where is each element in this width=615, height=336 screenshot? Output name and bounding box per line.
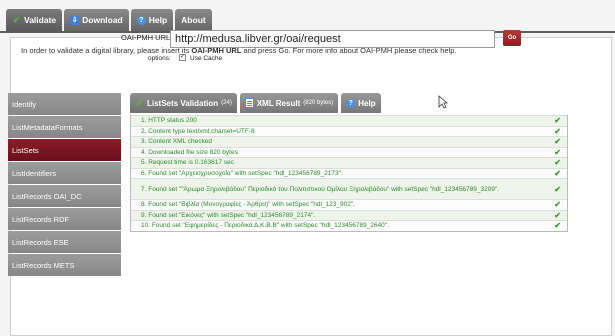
sidebar-item-listsets[interactable]: ListSets [8, 139, 121, 161]
tab-about[interactable]: About [175, 9, 212, 31]
result-text: 6. Found set "Αρχειοχρυσοχοΐα" with setS… [141, 169, 343, 177]
tab-listsets-validation-count: (24) [221, 100, 232, 106]
tab-result-help-label: Help [358, 98, 376, 108]
check-icon: ✔ [554, 200, 561, 210]
sidebar: Identify ListMetadataFormats ListSets Li… [8, 93, 121, 277]
tab-validate-label: Validate [24, 15, 57, 25]
result-row: 1. HTTP status 200 ✔ [131, 115, 567, 126]
tab-download[interactable]: ⇩ Download [64, 9, 129, 31]
check-icon: ✔ [554, 210, 561, 220]
document-icon [244, 98, 254, 108]
check-icon: ✔ [554, 147, 561, 157]
result-text: 2. Content type text/xml;charset=UTF-8 [141, 127, 255, 135]
result-row: 4. Downloaded file size 820 bytes ✔ [131, 146, 567, 157]
result-text: 1. HTTP status 200 [141, 117, 197, 125]
result-tabs: ✔ ListSets Validation (24) XML Result (8… [130, 93, 381, 113]
help-icon: ? [136, 15, 146, 25]
check-icon: ✔ [554, 168, 561, 178]
result-text: 4. Downloaded file size 820 bytes [141, 148, 238, 156]
sidebar-item-listrecords-rdf[interactable]: ListRecords RDF [8, 208, 121, 230]
tab-download-label: Download [82, 15, 123, 25]
tab-validate[interactable]: ✔ Validate [6, 9, 63, 31]
sidebar-item-listmetadataformats[interactable]: ListMetadataFormats [8, 116, 121, 138]
tab-xml-result-label: XML Result [256, 98, 301, 108]
sidebar-item-identify[interactable]: Identify [8, 93, 121, 115]
tab-result-help[interactable]: ? Help [341, 93, 381, 113]
check-icon: ✔ [554, 126, 561, 136]
result-row: 5. Request time is 0.163617 sec ✔ [131, 157, 567, 168]
sidebar-item-listrecords-mets[interactable]: ListRecords METS [8, 254, 121, 276]
check-icon: ✔ [554, 158, 561, 168]
help-icon: ? [346, 98, 356, 108]
tab-xml-result[interactable]: XML Result (820 bytes) [239, 93, 339, 113]
oai-url-input[interactable] [170, 30, 495, 48]
tab-help-label: Help [148, 15, 168, 25]
check-icon: ✔ [135, 97, 144, 108]
result-text: 7. Found set ""Άρωμα Ξηρολιβάδου" Περιοδ… [141, 185, 500, 193]
sidebar-item-listidentifiers[interactable]: ListIdentifiers [8, 162, 121, 184]
check-icon: ✔ [554, 116, 561, 126]
validation-results: 1. HTTP status 200 ✔ 2. Content type text… [130, 115, 568, 232]
result-text: 5. Request time is 0.163617 sec [141, 159, 234, 167]
tab-listsets-validation[interactable]: ✔ ListSets Validation (24) [130, 93, 237, 113]
check-icon: ✔ [554, 221, 561, 231]
download-icon: ⇩ [70, 15, 80, 25]
top-nav: ✔ Validate ⇩ Download ? Help About [6, 9, 212, 31]
result-text: 3. Content XML checked [141, 138, 212, 146]
sidebar-item-listrecords-ese[interactable]: ListRecords ESE [8, 231, 121, 253]
result-text: 9. Found set "Εικόνες" with setSpec "hdl… [141, 211, 316, 219]
use-cache-checkbox[interactable]: ✓ [179, 54, 186, 61]
tab-xml-result-count: (820 bytes) [303, 100, 334, 106]
sidebar-item-listrecords-oai-dc[interactable]: ListRecords OAI_DC [8, 185, 121, 207]
result-row: 9. Found set "Εικόνες" with setSpec "hdl… [131, 209, 567, 220]
check-icon: ✔ [554, 184, 561, 194]
result-text: 8. Found set "Βιβλία (Μονογραφίες - Άρθρ… [141, 201, 355, 209]
mouse-cursor-icon [438, 95, 448, 109]
go-button[interactable]: Go [503, 30, 521, 46]
tab-about-label: About [181, 15, 206, 25]
use-cache-label: Use Cache [190, 55, 223, 62]
options-label: options: [148, 55, 171, 62]
tab-help[interactable]: ? Help [130, 9, 174, 31]
result-row: 8. Found set "Βιβλία (Μονογραφίες - Άρθρ… [131, 199, 567, 210]
result-row: 3. Content XML checked ✔ [131, 136, 567, 147]
tab-listsets-validation-label: ListSets Validation [147, 98, 219, 108]
intro-before: In order to validate a digital library, … [21, 46, 192, 55]
check-icon: ✔ [12, 14, 21, 25]
result-row: 7. Found set ""Άρωμα Ξηρολιβάδου" Περιοδ… [131, 178, 567, 199]
result-row: 10. Found set "Εφημερίδες - Περιοδικά Δ.… [131, 220, 567, 231]
result-text: 10. Found set "Εφημερίδες - Περιοδικά Δ.… [141, 222, 389, 230]
url-label: OAI-PMH URL: [121, 33, 173, 42]
result-row: 2. Content type text/xml;charset=UTF-8 ✔ [131, 125, 567, 136]
check-icon: ✔ [554, 137, 561, 147]
result-row: 6. Found set "Αρχειοχρυσοχοΐα" with setS… [131, 167, 567, 178]
